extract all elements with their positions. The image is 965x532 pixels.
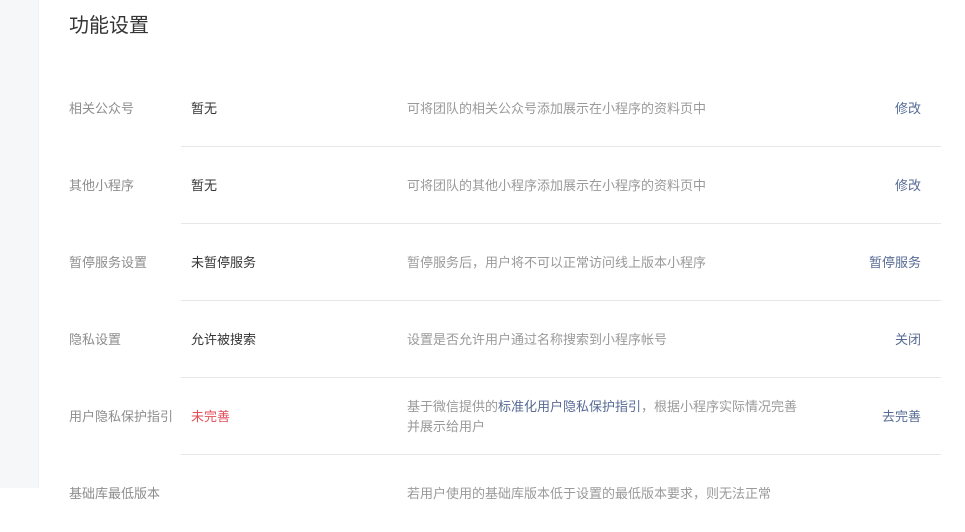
setting-row-min-library-version: 基础库最低版本 若用户使用的基础库版本低于设置的最低版本要求，则无法正常 (69, 455, 941, 532)
setting-value: 暂无 (191, 100, 218, 116)
sidebar-edge (0, 0, 39, 488)
setting-row-privacy: 隐私设置 允许被搜索 设置是否允许用户通过名称搜索到小程序帐号 关闭 (69, 301, 941, 378)
settings-list: 相关公众号 暂无 可将团队的相关公众号添加展示在小程序的资料页中 修改 其他小程… (69, 70, 941, 532)
setting-description: 暂停服务后，用户将不可以正常访问线上版本小程序 (407, 254, 707, 270)
main-content: 功能设置 相关公众号 暂无 可将团队的相关公众号添加展示在小程序的资料页中 修改… (69, 0, 941, 501)
close-search-link[interactable]: 关闭 (895, 330, 921, 350)
setting-value: 未暂停服务 (191, 254, 257, 270)
modify-other-mini-programs-link[interactable]: 修改 (895, 176, 921, 196)
page-title: 功能设置 (69, 15, 149, 37)
setting-row-pause-service: 暂停服务设置 未暂停服务 暂停服务后，用户将不可以正常访问线上版本小程序 暂停服… (69, 224, 941, 301)
setting-label: 隐私设置 (69, 331, 122, 347)
setting-description: 可将团队的相关公众号添加展示在小程序的资料页中 (407, 100, 707, 116)
setting-label: 基础库最低版本 (69, 485, 161, 501)
setting-value: 暂无 (191, 177, 218, 193)
setting-description: 设置是否允许用户通过名称搜索到小程序帐号 (407, 331, 668, 347)
description-text-before: 基于微信提供的 (407, 398, 499, 414)
setting-label: 相关公众号 (69, 100, 135, 116)
setting-value: 允许被搜索 (191, 331, 257, 347)
setting-row-other-mini-programs: 其他小程序 暂无 可将团队的其他小程序添加展示在小程序的资料页中 修改 (69, 147, 941, 224)
setting-description: 若用户使用的基础库版本低于设置的最低版本要求，则无法正常 (407, 485, 772, 501)
setting-description: 可将团队的其他小程序添加展示在小程序的资料页中 (407, 177, 707, 193)
setting-row-privacy-guideline: 用户隐私保护指引 未完善 基于微信提供的标准化用户隐私保护指引，根据小程序实际情… (69, 378, 941, 455)
modify-related-account-link[interactable]: 修改 (895, 99, 921, 119)
setting-row-related-official-account: 相关公众号 暂无 可将团队的相关公众号添加展示在小程序的资料页中 修改 (69, 70, 941, 147)
setting-label: 暂停服务设置 (69, 254, 148, 270)
setting-label: 用户隐私保护指引 (69, 408, 174, 424)
setting-label: 其他小程序 (69, 177, 135, 193)
privacy-guideline-link[interactable]: 标准化用户隐私保护指引 (498, 399, 641, 414)
pause-service-link[interactable]: 暂停服务 (869, 253, 921, 273)
setting-value-warning: 未完善 (191, 408, 231, 424)
setting-description: 基于微信提供的标准化用户隐私保护指引，根据小程序实际情况完善并展示给用户 (407, 397, 807, 437)
complete-privacy-guideline-link[interactable]: 去完善 (882, 407, 921, 427)
